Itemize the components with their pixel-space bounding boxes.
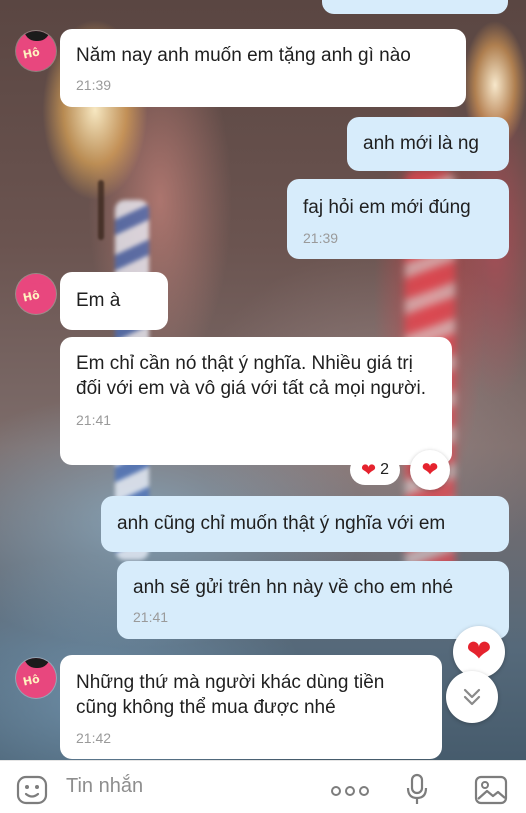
message-time: 21:41 <box>133 609 169 625</box>
message-bubble[interactable]: anh cũng chỉ muốn thật ý nghĩa với em <box>101 496 509 552</box>
message-time: 21:39 <box>76 77 112 93</box>
heart-icon: ❤ <box>361 460 377 480</box>
image-icon <box>474 775 508 805</box>
sticker-button[interactable] <box>16 775 50 805</box>
reaction-count: 2 <box>380 461 389 478</box>
avatar[interactable]: Hô <box>16 31 56 71</box>
avatar-hair <box>24 274 50 284</box>
avatar-hair <box>24 31 50 41</box>
reaction-summary[interactable]: ❤ 2 <box>350 455 400 485</box>
message-composer: Tin nhắn <box>0 760 526 813</box>
partial-message-bubble[interactable] <box>322 0 508 14</box>
avatar-logo-text: Hô <box>21 288 41 305</box>
voice-button[interactable] <box>405 773 429 807</box>
avatar-logo-text: Hô <box>21 672 41 689</box>
message-bubble[interactable]: faj hỏi em mới đúng 21:39 <box>287 179 509 259</box>
message-text: faj hỏi em mới đúng <box>303 197 471 218</box>
message-bubble[interactable]: Năm nay anh muốn em tặng anh gì nào 21:3… <box>60 29 466 107</box>
message-bubble[interactable]: Em chỉ cần nó thật ý nghĩa. Nhiều giá tr… <box>60 337 452 465</box>
message-text: anh sẽ gửi trên hn này về cho em nhé <box>133 577 454 598</box>
message-bubble[interactable]: Em à <box>60 272 168 330</box>
scroll-to-bottom-button[interactable] <box>446 671 498 723</box>
heart-icon: ❤ <box>421 459 439 481</box>
message-text: Em à <box>76 290 121 311</box>
avatar-logo-text: Hô <box>21 45 41 62</box>
message-input[interactable]: Tin nhắn <box>66 775 143 798</box>
gallery-button[interactable] <box>474 775 508 805</box>
avatar[interactable]: Hô <box>16 274 56 314</box>
more-button[interactable] <box>330 783 370 799</box>
double-chevron-down-icon <box>463 688 481 706</box>
message-bubble[interactable]: anh mới là ng <box>347 117 509 171</box>
message-time: 21:39 <box>303 230 339 246</box>
heart-icon: ❤ <box>466 635 492 668</box>
quick-heart-button[interactable]: ❤ <box>453 626 505 678</box>
more-icon <box>331 786 369 796</box>
microphone-icon <box>406 773 428 804</box>
sticker-icon <box>16 775 48 805</box>
avatar-hair <box>24 658 50 668</box>
avatar[interactable]: Hô <box>16 658 56 698</box>
message-bubble[interactable]: Những thứ mà người khác dùng tiền cũng k… <box>60 655 442 759</box>
message-text: Em chỉ cần nó thật ý nghĩa. Nhiều giá tr… <box>76 353 427 399</box>
react-button[interactable]: ❤ <box>410 450 450 490</box>
message-bubble[interactable]: anh sẽ gửi trên hn này về cho em nhé 21:… <box>117 561 509 639</box>
message-text: Những thứ mà người khác dùng tiền cũng k… <box>76 672 385 718</box>
message-text: Năm nay anh muốn em tặng anh gì nào <box>76 45 411 66</box>
chat-thread[interactable]: Hô Năm nay anh muốn em tặng anh gì nào 2… <box>0 0 526 760</box>
message-time: 21:41 <box>76 412 112 428</box>
message-text: anh mới là ng <box>363 133 479 154</box>
message-time: 21:42 <box>76 730 112 746</box>
message-text: anh cũng chỉ muốn thật ý nghĩa với em <box>117 513 446 534</box>
